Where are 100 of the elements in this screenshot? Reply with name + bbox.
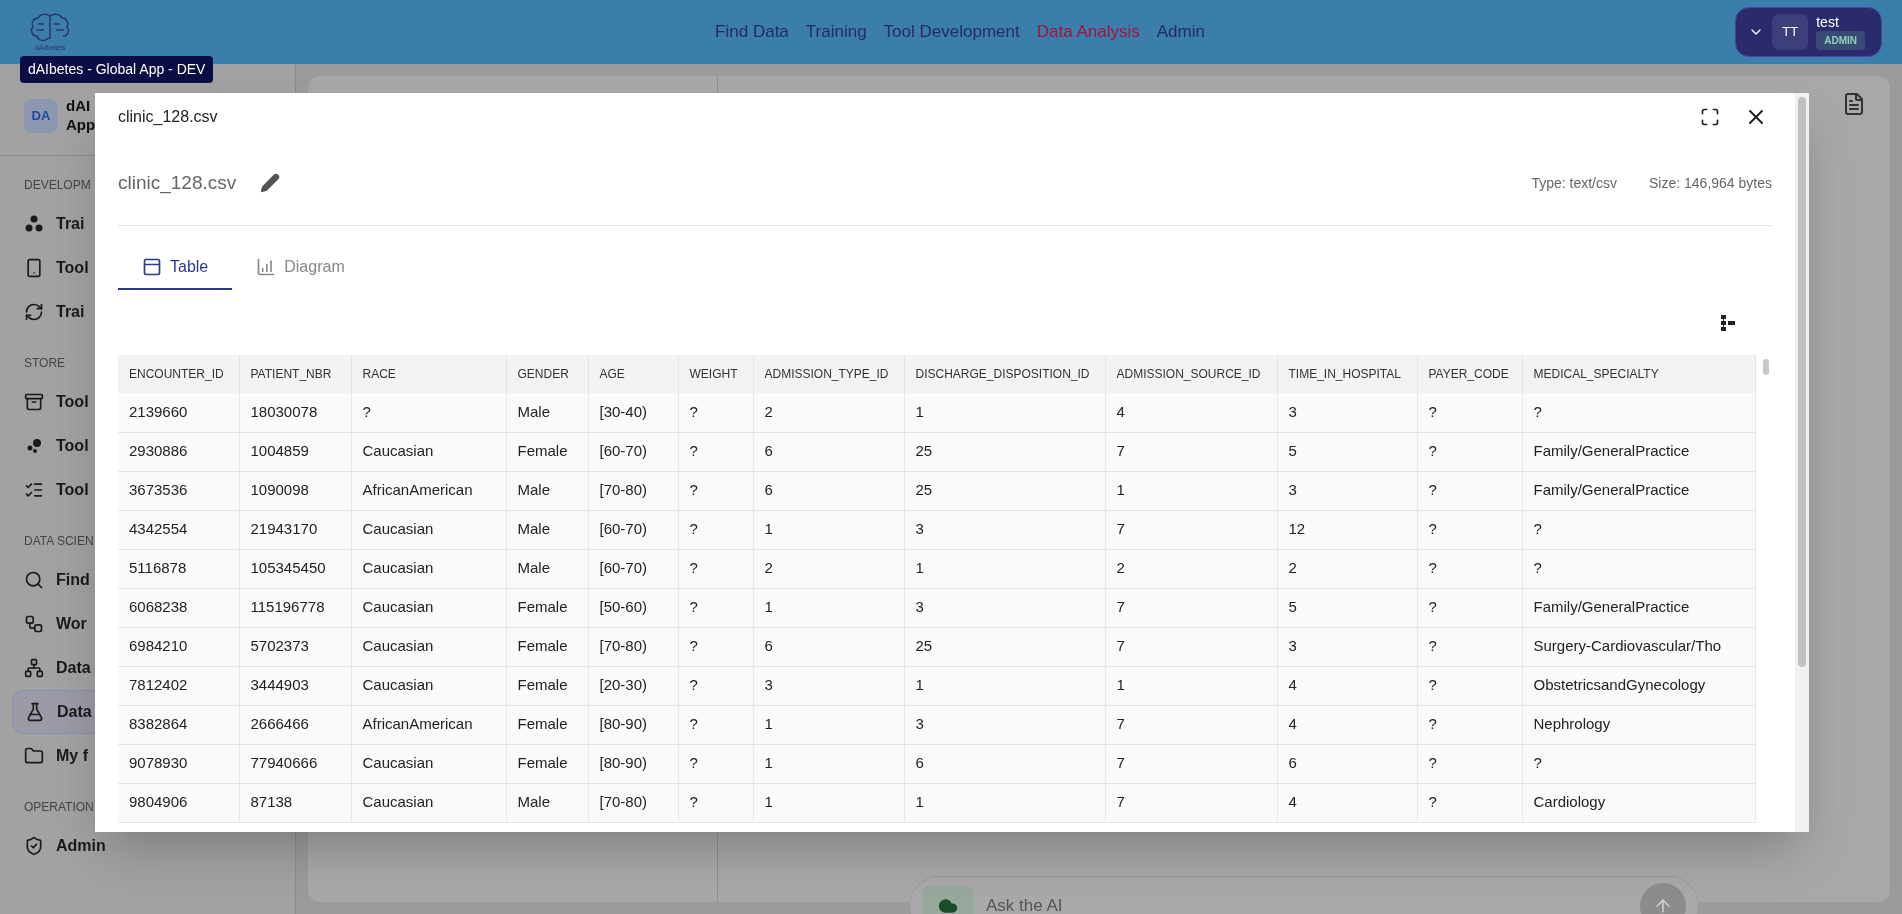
table-cell: [70-80): [588, 471, 678, 510]
table-cell: Female: [506, 705, 588, 744]
table-cell: 6: [1277, 744, 1417, 783]
table-cell: ?: [1417, 549, 1522, 588]
user-avatar: TT: [1772, 14, 1809, 50]
file-type: Type: text/csv: [1531, 173, 1617, 193]
table-cell: 1: [904, 393, 1105, 432]
workspace-title: App: [66, 115, 96, 135]
table-cell: 4: [1277, 705, 1417, 744]
table-cell: 25: [904, 627, 1105, 666]
table-cell: 3: [1277, 471, 1417, 510]
table-cell: [70-80): [588, 627, 678, 666]
role-badge: ADMIN: [1816, 30, 1865, 50]
table-cell: Male: [506, 471, 588, 510]
table-cell: 6984210: [118, 627, 239, 666]
table-cell: ?: [1522, 393, 1755, 432]
table-cell: Female: [506, 666, 588, 705]
table-cell: 6: [753, 627, 904, 666]
section-heading: STORE: [24, 355, 66, 372]
table-cell: 12: [1277, 510, 1417, 549]
table-cell: ?: [1417, 393, 1522, 432]
table-cell: 7: [1105, 588, 1277, 627]
table-cell: 6: [753, 432, 904, 471]
table-cell: 9804906: [118, 783, 239, 822]
table-cell: 3444903: [239, 666, 351, 705]
table-cell: Nephrology: [1522, 705, 1755, 744]
table-cell: 7: [1105, 744, 1277, 783]
table-cell: 21943170: [239, 510, 351, 549]
table-cell: 2666466: [239, 705, 351, 744]
table-cell: [30-40): [588, 393, 678, 432]
table-cell: ?: [678, 549, 753, 588]
table-cell: 1: [904, 666, 1105, 705]
table-cell: 2: [753, 549, 904, 588]
table-cell: 3: [1277, 627, 1417, 666]
table-cell: AfricanAmerican: [351, 471, 506, 510]
table-cell: 3: [1277, 393, 1417, 432]
table-cell: 5116878: [118, 549, 239, 588]
table-cell: ?: [678, 588, 753, 627]
workspace-title: dAI: [66, 96, 91, 116]
table-cell: [80-90): [588, 705, 678, 744]
table-cell: Caucasian: [351, 744, 506, 783]
table-cell: AfricanAmerican: [351, 705, 506, 744]
table-cell: Female: [506, 744, 588, 783]
table-cell: Family/GeneralPractice: [1522, 471, 1755, 510]
table-cell: Female: [506, 432, 588, 471]
table-cell: Caucasian: [351, 627, 506, 666]
table-cell: Caucasian: [351, 432, 506, 471]
table-cell: ?: [1522, 510, 1755, 549]
table-cell: [80-90): [588, 744, 678, 783]
table-cell: [70-80): [588, 783, 678, 822]
table-cell: ?: [1417, 471, 1522, 510]
table-cell: Male: [506, 510, 588, 549]
table-cell: 1090098: [239, 471, 351, 510]
table-cell: 7: [1105, 510, 1277, 549]
table-cell: 1: [1105, 471, 1277, 510]
table-cell: [60-70): [588, 549, 678, 588]
table-cell: ?: [1417, 432, 1522, 471]
user-name: test: [1816, 14, 1839, 29]
table-cell: 1004859: [239, 432, 351, 471]
table-cell: Caucasian: [351, 588, 506, 627]
table-cell: 5: [1277, 588, 1417, 627]
table-cell: Female: [506, 588, 588, 627]
table-cell: 1: [753, 588, 904, 627]
table-cell: 1: [753, 744, 904, 783]
table-cell: 1: [904, 549, 1105, 588]
table-cell: 7812402: [118, 666, 239, 705]
table-cell: 1: [753, 705, 904, 744]
table-cell: 4: [1105, 393, 1277, 432]
table-cell: 1: [1105, 666, 1277, 705]
table-cell: ?: [351, 393, 506, 432]
table-cell: 2: [1105, 549, 1277, 588]
table-cell: 1: [753, 783, 904, 822]
table-cell: 18030078: [239, 393, 351, 432]
chat-placeholder: Ask the AI: [986, 895, 1064, 914]
table-cell: 77940666: [239, 744, 351, 783]
table-cell: ?: [678, 471, 753, 510]
dialog-title: clinic_128.csv: [118, 107, 218, 127]
table-cell: ?: [678, 432, 753, 471]
table-cell: ?: [1417, 588, 1522, 627]
section-heading: OPERATION: [24, 799, 94, 816]
table-cell: 1: [753, 510, 904, 549]
section-heading: DEVELOPM: [24, 177, 91, 194]
table-cell: 6: [904, 744, 1105, 783]
workspace-avatar: DA: [24, 98, 58, 133]
table-cell: ?: [678, 783, 753, 822]
table-cell: 4: [1277, 666, 1417, 705]
table-cell: 7: [1105, 432, 1277, 471]
table-cell: 5: [1277, 432, 1417, 471]
table-cell: 2930886: [118, 432, 239, 471]
table-cell: 9078930: [118, 744, 239, 783]
table-cell: 4: [1277, 783, 1417, 822]
table-cell: 25: [904, 471, 1105, 510]
table-cell: 7: [1105, 783, 1277, 822]
table-cell: ?: [1522, 549, 1755, 588]
table-cell: Male: [506, 393, 588, 432]
table-cell: ?: [678, 744, 753, 783]
table-cell: 25: [904, 432, 1105, 471]
table-cell: 3: [904, 705, 1105, 744]
table-cell: 105345450: [239, 549, 351, 588]
table-cell: 115196778: [239, 588, 351, 627]
